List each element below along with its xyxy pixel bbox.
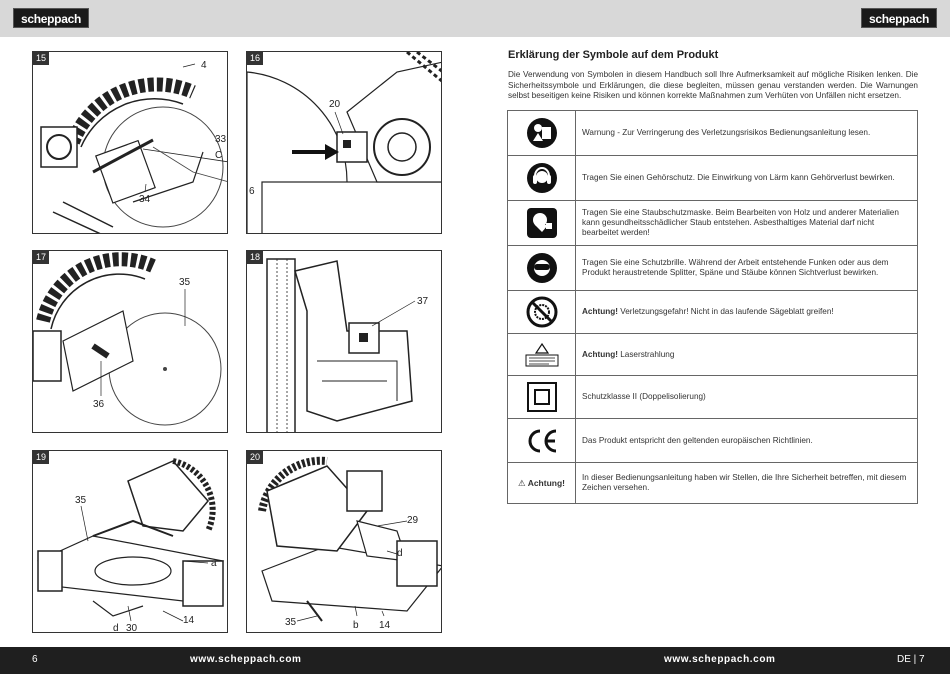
figure-number: 18	[247, 251, 263, 264]
symbol-cell	[507, 200, 576, 246]
figure-number: 15	[33, 52, 49, 65]
figure-17: 17 35 36	[32, 250, 228, 433]
brand-logo-left: scheppach	[13, 8, 89, 28]
symbol-description: Achtung! Laserstrahlung	[575, 333, 918, 376]
figure-number: 17	[33, 251, 49, 264]
page-number-left: 6	[32, 654, 38, 665]
symbol-description: Achtung! Verletzungsgefahr! Nicht in das…	[575, 290, 918, 334]
dust-mask-icon	[526, 208, 557, 238]
symbol-row: Tragen Sie eine Staubschutzmaske. Beim B…	[507, 200, 918, 246]
callout-label: 14	[379, 620, 391, 631]
symbol-row: Tragen Sie einen Gehörschutz. Die Einwir…	[507, 155, 918, 201]
figure-17-drawing: 35 36	[33, 252, 222, 426]
symbol-cell	[507, 418, 576, 463]
symbol-description: Schutzklasse II (Doppelisolierung)	[575, 375, 918, 419]
warning-triangle-icon: ⚠	[518, 478, 526, 488]
symbol-cell	[507, 245, 576, 291]
callout-label: 37	[417, 296, 429, 307]
callout-label: b	[353, 620, 359, 631]
figure-19: 19 35 a d 30 14	[32, 450, 228, 633]
symbol-description: Tragen Sie eine Staubschutzmaske. Beim B…	[575, 200, 918, 246]
figure-16: 16 20 6	[246, 51, 442, 234]
header-bar: scheppach scheppach	[0, 0, 950, 37]
symbol-description: Das Produkt entspricht den geltenden eur…	[575, 418, 918, 463]
callout-label: 35	[75, 495, 87, 506]
figure-number: 20	[247, 451, 263, 464]
figure-20: 20 29 d 35 b 14	[246, 450, 442, 633]
symbol-row: Das Produkt entspricht den geltenden eur…	[507, 418, 918, 463]
callout-label: d	[397, 548, 403, 559]
callout-label: C	[215, 150, 222, 161]
symbol-row: Schutzklasse II (Doppelisolierung)	[507, 375, 918, 419]
symbol-cell: ⚠ Achtung!	[507, 462, 576, 504]
callout-label: 34	[139, 194, 151, 205]
ear-protection-icon	[526, 163, 557, 193]
no-hands-blade-icon	[526, 296, 557, 328]
symbol-description: Warnung - Zur Verringerung des Verletzun…	[575, 110, 918, 156]
callout-label: 6	[249, 186, 255, 197]
symbol-cell	[507, 290, 576, 334]
figure-18-drawing: 37	[266, 258, 429, 432]
figure-18: 18 37	[246, 250, 442, 433]
website-link-left[interactable]: www.scheppach.com	[190, 654, 302, 665]
callout-label: a	[211, 558, 217, 569]
callout-label: 30	[126, 623, 138, 633]
callout-label: 20	[329, 99, 341, 110]
callout-label: 4	[201, 60, 207, 71]
laser-label-icon	[525, 342, 558, 366]
callout-label: 36	[93, 399, 105, 410]
warning-label: Achtung!	[527, 478, 565, 488]
symbol-cell	[507, 375, 576, 419]
section-intro: Die Verwendung von Symbolen in diesem Ha…	[508, 70, 918, 100]
symbol-row: Warnung - Zur Verringerung des Verletzun…	[507, 110, 918, 156]
callout-label: 29	[407, 515, 419, 526]
callout-label: d	[113, 623, 119, 633]
callout-label: 35	[179, 277, 191, 288]
figure-19-drawing: 35 a d 30 14	[37, 458, 225, 633]
website-link-right[interactable]: www.scheppach.com	[664, 654, 776, 665]
figure-16-drawing: 20 6	[247, 52, 441, 233]
ce-mark-icon	[528, 429, 556, 452]
page-number-right: DE | 7	[897, 654, 925, 665]
figure-number: 19	[33, 451, 49, 464]
protection-class-2-icon	[526, 382, 557, 412]
footer-bar: 6 www.scheppach.com www.scheppach.com DE…	[0, 647, 950, 674]
symbol-row: ⚠ Achtung! In dieser Bedienungsanleitung…	[507, 462, 918, 504]
symbol-description: Tragen Sie eine Schutzbrille. Während de…	[575, 245, 918, 291]
section-title: Erklärung der Symbole auf dem Produkt	[508, 49, 719, 61]
symbol-description: Tragen Sie einen Gehörschutz. Die Einwir…	[575, 155, 918, 201]
callout-label: 14	[183, 615, 195, 626]
symbol-row: Achtung! Verletzungsgefahr! Nicht in das…	[507, 290, 918, 334]
figure-20-drawing: 29 d 35 b 14	[258, 456, 441, 631]
brand-logo-right: scheppach	[861, 8, 937, 28]
callout-label: 35	[285, 617, 297, 628]
figure-number: 16	[247, 52, 263, 65]
symbol-cell	[507, 333, 576, 376]
safety-goggles-icon	[526, 253, 557, 283]
read-manual-icon	[526, 118, 557, 148]
symbol-row: Tragen Sie eine Schutzbrille. Während de…	[507, 245, 918, 291]
figure-15: 15 4 33 C 34	[32, 51, 228, 234]
callout-label: 33	[215, 134, 227, 145]
symbol-cell	[507, 110, 576, 156]
symbol-row: Achtung! Laserstrahlung	[507, 333, 918, 376]
figure-15-drawing: 4 33 C 34	[40, 60, 227, 233]
symbol-cell	[507, 155, 576, 201]
symbols-table: Warnung - Zur Verringerung des Verletzun…	[507, 110, 918, 504]
symbol-description: In dieser Bedienungsanleitung haben wir …	[575, 462, 918, 504]
